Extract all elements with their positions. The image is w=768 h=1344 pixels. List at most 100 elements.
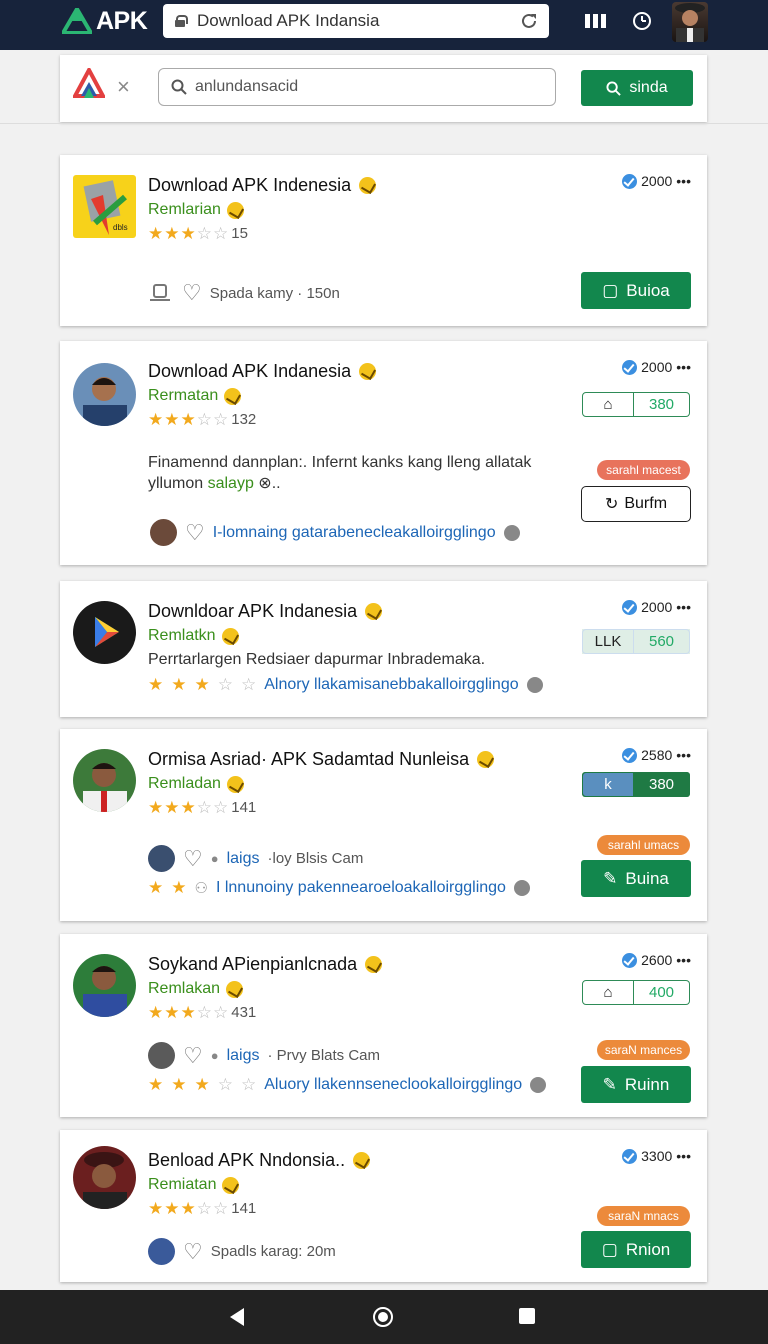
star-icon: ★ — [148, 1198, 164, 1218]
star-icon: ★ — [194, 675, 210, 694]
system-nav-bar — [0, 1290, 768, 1344]
home-icon[interactable] — [371, 1306, 395, 1330]
app-title[interactable]: Benload APK Nndonsia.. — [148, 1150, 371, 1171]
verified-icon — [622, 747, 638, 763]
app-avatar — [73, 363, 136, 426]
rating-count: 141 — [231, 799, 257, 816]
app-title[interactable]: Soykand APienpianlcnada — [148, 954, 383, 975]
verified-icon — [622, 952, 638, 968]
app-card[interactable]: Benload APK Nndonsia.. Remiatan ★ ★ ★ ☆ ☆ 14… — [60, 1130, 707, 1282]
home-icon: ⌂ — [582, 980, 634, 1005]
verified-icon — [622, 1148, 638, 1164]
search-input[interactable]: anlundansacid — [158, 68, 556, 106]
browser-top-bar: APK Download APK Indansia — [0, 0, 768, 50]
address-bar[interactable]: Download APK Indansia — [163, 4, 549, 38]
app-card[interactable]: dbls Download APK Indenesia Remlarian ★ ★… — [60, 155, 707, 326]
star-icon: ★ — [164, 1198, 180, 1218]
star-icon: ☆ — [196, 797, 212, 817]
open-button[interactable]: ↻ Burfm — [581, 486, 691, 522]
app-card[interactable]: Soykand APienpianlcnada Remlakan ★ ★ ★ ☆ ☆ 4… — [60, 934, 707, 1117]
recents-icon[interactable] — [517, 1306, 537, 1328]
search-button[interactable]: sinda — [581, 70, 693, 106]
emoji-icon — [221, 627, 239, 645]
star-icon: ☆ — [213, 409, 229, 429]
brand[interactable]: APK — [62, 7, 148, 35]
app-meta: ★ ★ ⚇ I lnnunoiny pakennearoeloakalloirgg… — [148, 879, 530, 897]
download-button[interactable]: ▢ Buioa — [581, 272, 691, 309]
rating-count: 141 — [231, 1200, 257, 1217]
app-subtitle: Remiatan — [148, 1176, 240, 1194]
size-selector[interactable]: ⌂ 380 — [582, 392, 690, 417]
app-icon — [73, 601, 136, 664]
app-card[interactable]: Downldoar APK Indanesia Remlatkn Perrtar… — [60, 581, 707, 717]
edit-icon: ✎ — [603, 868, 618, 888]
app-subtitle: Remladan — [148, 775, 244, 793]
app-card[interactable]: Download APK Indanesia Rermatan ★ ★ ★ ☆ ☆ 13… — [60, 341, 707, 565]
emoji-icon — [226, 775, 244, 793]
app-rating: ★ ★ ★ ☆ ☆ 141 — [148, 797, 257, 817]
app-meta-top: ♡ ● laigs ·loy Blsis Cam — [148, 845, 363, 872]
app-avatar — [73, 749, 136, 812]
download-button[interactable]: ✎ Buina — [581, 860, 691, 897]
download-button[interactable]: ✎ Ruinn — [581, 1066, 691, 1103]
star-icon: ☆ — [241, 675, 257, 694]
download-count: 2000 ••• — [622, 599, 691, 615]
app-meta: ♡ Spada kamy · 150n — [148, 280, 340, 306]
star-icon: ★ — [164, 1002, 180, 1022]
rating-count: 431 — [231, 1004, 257, 1021]
app-rating: ★ ★ ★ ☆ ☆ 141 — [148, 1198, 257, 1218]
star-icon: ★ — [164, 223, 180, 243]
app-title[interactable]: Download APK Indanesia — [148, 361, 377, 382]
star-icon: ☆ — [213, 797, 229, 817]
download-count: 2600 ••• — [622, 952, 691, 968]
star-icon: ★ — [148, 1002, 164, 1022]
clock-icon[interactable] — [631, 9, 653, 33]
tag-pill: sarahl umacs — [597, 835, 690, 855]
size-selector[interactable]: k 380 — [582, 772, 690, 797]
emoji-icon — [359, 363, 377, 380]
edit-icon: ✎ — [602, 1074, 617, 1094]
heart-icon[interactable]: ♡ — [185, 520, 205, 546]
download-count: 3300 ••• — [622, 1148, 691, 1164]
app-meta: ★ ★ ★ ☆ ☆ Aluory llakennseneclookalloirggli… — [148, 1075, 547, 1094]
refresh-icon: ↻ — [604, 496, 619, 513]
heart-icon[interactable]: ♡ — [183, 1239, 203, 1265]
emoji-icon — [477, 751, 495, 768]
size-selector[interactable]: LLK 560 — [582, 629, 690, 654]
app-meta: ♡ Spadls karag: 20m — [148, 1238, 336, 1265]
app-title[interactable]: Ormisa Asriad· APK Sadamtad Nunleisa — [148, 749, 495, 770]
apk-logo-icon — [62, 8, 92, 34]
app-meta: ♡ I-lomnaing gatarabeneclea­kalloirgglin… — [150, 519, 520, 546]
bars-icon[interactable] — [585, 9, 607, 33]
reload-icon[interactable] — [519, 11, 539, 31]
info-icon — [530, 1077, 547, 1093]
star-icon: ★ — [194, 1075, 210, 1094]
app-title[interactable]: Downldoar APK Indanesia — [148, 601, 383, 622]
app-rating: ★ ★ ★ ☆ ☆ 431 — [148, 1002, 257, 1022]
app-meta: ★ ★ ★ ☆ ☆ Alnory llakamisanebbakalloirgglin… — [148, 676, 543, 694]
divider — [0, 123, 768, 124]
home-icon: ⌂ — [582, 392, 634, 417]
app-title[interactable]: Download APK Indenesia — [148, 175, 377, 196]
back-icon[interactable] — [228, 1306, 248, 1328]
star-icon: ☆ — [196, 1002, 212, 1022]
size-selector[interactable]: ⌂ 400 — [582, 980, 690, 1005]
star-icon: ★ — [180, 1002, 196, 1022]
download-icon: ▢ — [601, 1239, 618, 1259]
star-icon: ★ — [180, 223, 196, 243]
close-icon[interactable]: × — [117, 75, 130, 99]
emoji-icon — [365, 956, 383, 973]
heart-icon[interactable]: ♡ — [183, 846, 203, 872]
star-icon: ☆ — [196, 1198, 212, 1218]
user-avatar — [148, 1238, 175, 1265]
app-icon: dbls — [73, 175, 136, 238]
heart-icon[interactable]: ♡ — [183, 1043, 203, 1069]
user-avatar[interactable] — [672, 2, 708, 42]
tag-pill: sarahl macest — [597, 460, 690, 480]
heart-icon[interactable]: ♡ — [182, 280, 202, 306]
info-icon: ● — [210, 851, 219, 866]
tag-pill: saraN mances — [597, 1040, 690, 1060]
info-icon — [513, 880, 530, 896]
download-button[interactable]: ▢ Rnion — [581, 1231, 691, 1268]
app-card[interactable]: Ormisa Asriad· APK Sadamtad Nunleisa Rem… — [60, 729, 707, 921]
